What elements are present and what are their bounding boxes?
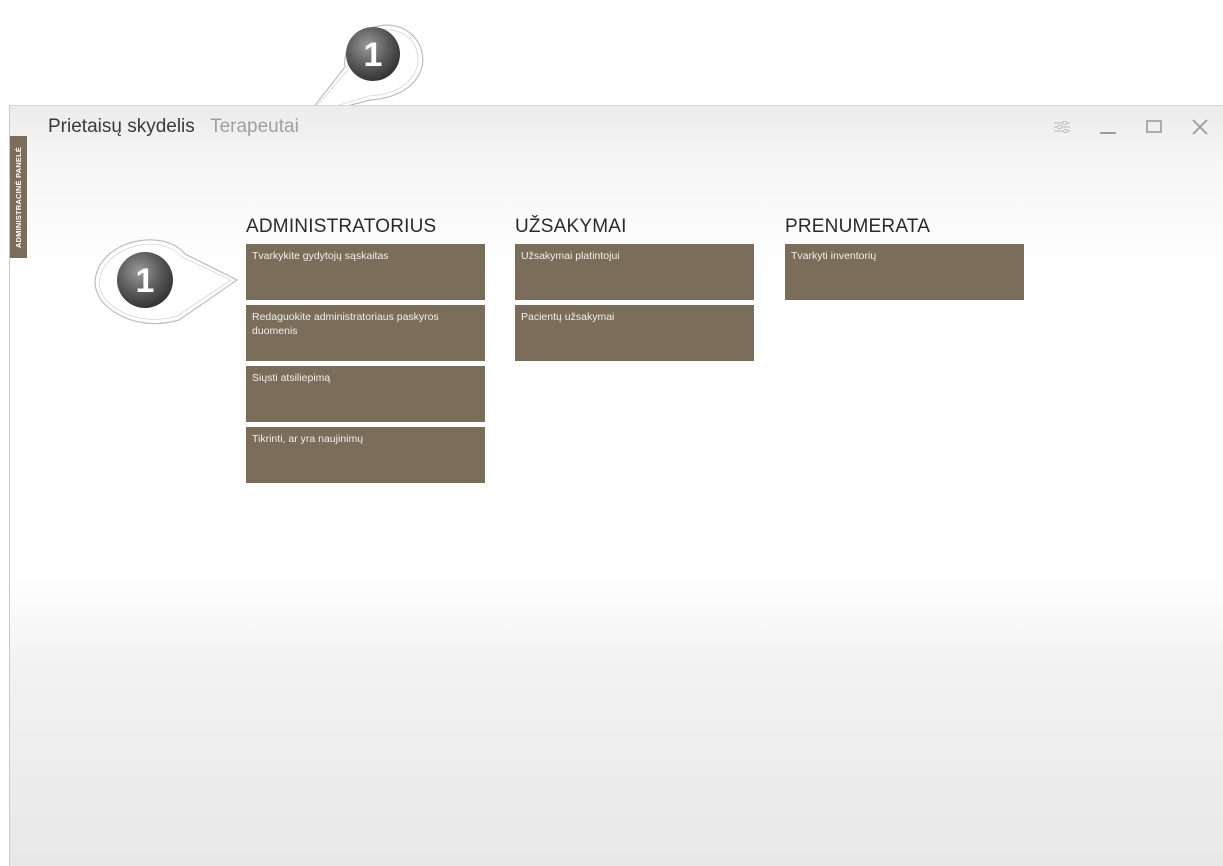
tile-manage-doctor-accounts[interactable]: Tvarkykite gydytojų sąskaitas	[246, 244, 485, 300]
tile-patient-orders[interactable]: Pacientų užsakymai	[515, 305, 754, 361]
minimize-icon[interactable]	[1085, 114, 1131, 140]
tile-manage-inventory[interactable]: Tvarkyti inventorių	[785, 244, 1024, 300]
side-tab-label: ADMINISTRACINĖ PANELĖ	[14, 146, 23, 248]
section-title-administrator: ADMINISTRATORIUS	[246, 216, 437, 237]
tile-check-updates[interactable]: Tikrinti, ar yra naujinimų	[246, 427, 485, 483]
page: 1 ADMINISTRACINĖ PANELĖ Prietaisų skydel…	[0, 0, 1223, 866]
section-orders: UŽSAKYMAI Užsakymai platintojui Pacientų…	[515, 214, 755, 366]
window-controls	[1039, 114, 1223, 140]
tile-send-feedback[interactable]: Siųsti atsiliepimą	[246, 366, 485, 422]
section-administrator: ADMINISTRATORIUS Tvarkykite gydytojų sąs…	[246, 214, 486, 488]
app-window: ADMINISTRACINĖ PANELĖ Prietaisų skydelis…	[9, 105, 1223, 866]
section-subscription: PRENUMERATA Tvarkyti inventorių	[785, 214, 1025, 305]
maximize-icon[interactable]	[1131, 114, 1177, 140]
section-title-subscription: PRENUMERATA	[785, 216, 931, 237]
section-title-orders: UŽSAKYMAI	[515, 216, 627, 237]
close-icon[interactable]	[1177, 114, 1223, 140]
settings-icon[interactable]	[1039, 114, 1085, 140]
tile-edit-admin-account[interactable]: Redaguokite administratoriaus paskyros d…	[246, 305, 485, 361]
breadcrumb-therapists[interactable]: Terapeutai	[210, 116, 299, 137]
breadcrumb-dashboard: Prietaisų skydelis	[48, 116, 195, 137]
tile-distributor-orders[interactable]: Užsakymai platintojui	[515, 244, 754, 300]
annotation-number-top: 1	[364, 36, 383, 74]
admin-panel-side-tab[interactable]: ADMINISTRACINĖ PANELĖ	[10, 136, 27, 258]
breadcrumb: Prietaisų skydelis Terapeutai	[48, 116, 299, 138]
